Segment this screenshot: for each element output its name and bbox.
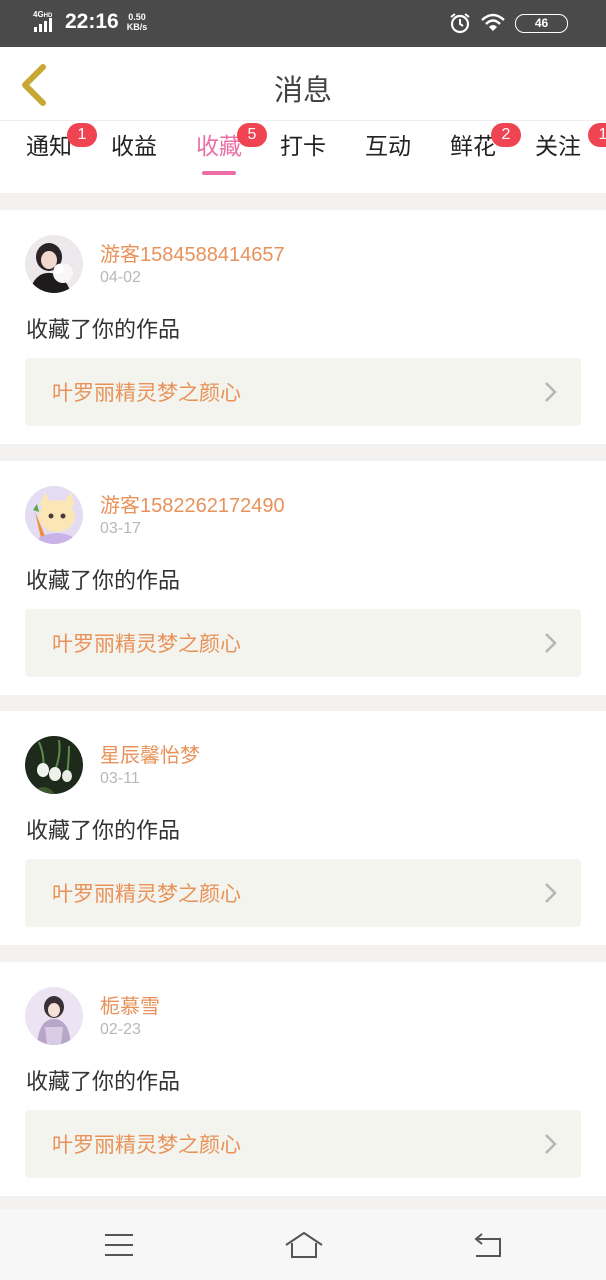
tab-checkin[interactable]: 打卡 bbox=[263, 129, 343, 185]
status-time: 22:16 bbox=[65, 10, 119, 33]
speed-value: 0.50 bbox=[128, 12, 146, 22]
status-bar: 4GHD 22:16 0.50 KB/s 46 bbox=[0, 0, 606, 47]
username[interactable]: 游客1582262172490 bbox=[100, 489, 285, 518]
avatar[interactable] bbox=[25, 235, 83, 293]
page-title: 消息 bbox=[273, 73, 332, 107]
tab-label: 打卡 bbox=[280, 134, 326, 160]
message-card: 栀慕雪 02-23 收藏了你的作品 叶罗丽精灵梦之颜心 bbox=[0, 962, 606, 1196]
signal-icon: 4GHD bbox=[33, 10, 61, 34]
username[interactable]: 栀慕雪 bbox=[100, 990, 160, 1019]
back-nav-button[interactable] bbox=[464, 1227, 512, 1263]
tab-label: 关注 bbox=[535, 134, 581, 160]
message-text: 收藏了你的作品 bbox=[26, 318, 181, 343]
message-date: 04-02 bbox=[100, 269, 141, 286]
avatar-image bbox=[25, 235, 83, 293]
back-icon bbox=[474, 1233, 501, 1257]
status-right: 46 bbox=[449, 12, 568, 34]
tab-label: 互动 bbox=[365, 134, 411, 160]
tab-favorites[interactable]: 收藏 5 bbox=[179, 123, 267, 185]
work-link[interactable]: 叶罗丽精灵梦之颜心 bbox=[25, 358, 581, 426]
message-text: 收藏了你的作品 bbox=[26, 1070, 181, 1095]
system-navigation-bar bbox=[0, 1209, 606, 1280]
tab-earnings[interactable]: 收益 bbox=[94, 129, 174, 185]
message-card: 星辰馨怡梦 03-11 收藏了你的作品 叶罗丽精灵梦之颜心 bbox=[0, 711, 606, 945]
work-link[interactable]: 叶罗丽精灵梦之颜心 bbox=[25, 859, 581, 927]
work-link[interactable]: 叶罗丽精灵梦之颜心 bbox=[25, 1110, 581, 1178]
avatar-image bbox=[25, 736, 83, 794]
work-link[interactable]: 叶罗丽精灵梦之颜心 bbox=[25, 609, 581, 677]
tab-flowers[interactable]: 鲜花 2 bbox=[433, 123, 521, 185]
menu-icon bbox=[105, 1234, 133, 1256]
tab-label: 收益 bbox=[111, 134, 157, 160]
alarm-icon bbox=[450, 13, 470, 34]
tab-interactions[interactable]: 互动 bbox=[348, 129, 428, 185]
message-card: 游客1582262172490 03-17 收藏了你的作品 叶罗丽精灵梦之颜心 bbox=[0, 461, 606, 695]
unread-badge: 1 bbox=[67, 123, 97, 147]
status-left: 4GHD 22:16 0.50 KB/s bbox=[33, 10, 147, 34]
avatar-image bbox=[25, 987, 83, 1045]
battery-level: 46 bbox=[534, 16, 549, 30]
work-title: 叶罗丽精灵梦之颜心 bbox=[52, 1133, 241, 1157]
chevron-right-icon bbox=[545, 633, 557, 653]
message-date: 03-17 bbox=[100, 520, 141, 537]
avatar[interactable] bbox=[25, 736, 83, 794]
message-date: 02-23 bbox=[100, 1021, 141, 1038]
unread-badge: 2 bbox=[491, 123, 521, 147]
battery-indicator: 46 bbox=[515, 13, 568, 33]
username[interactable]: 游客1584588414657 bbox=[100, 238, 285, 267]
avatar[interactable] bbox=[25, 486, 83, 544]
chevron-right-icon bbox=[545, 382, 557, 402]
chevron-right-icon bbox=[545, 1134, 557, 1154]
message-text: 收藏了你的作品 bbox=[26, 819, 181, 844]
app-header: 消息 bbox=[0, 47, 606, 121]
work-title: 叶罗丽精灵梦之颜心 bbox=[52, 381, 241, 405]
message-card: 游客1584588414657 04-02 收藏了你的作品 叶罗丽精灵梦之颜心 bbox=[0, 210, 606, 444]
tab-notifications[interactable]: 通知 1 bbox=[9, 123, 97, 185]
home-button[interactable] bbox=[280, 1227, 328, 1263]
wifi-icon bbox=[481, 13, 505, 31]
work-title: 叶罗丽精灵梦之颜心 bbox=[52, 882, 241, 906]
network-speed: 0.50 KB/s bbox=[127, 12, 148, 32]
avatar[interactable] bbox=[25, 987, 83, 1045]
home-icon bbox=[285, 1231, 323, 1258]
work-title: 叶罗丽精灵梦之颜心 bbox=[52, 632, 241, 656]
tab-follows[interactable]: 关注 1 bbox=[518, 123, 606, 185]
unread-badge: 1 bbox=[588, 123, 606, 147]
message-text: 收藏了你的作品 bbox=[26, 569, 181, 594]
avatar-image bbox=[25, 486, 83, 544]
username[interactable]: 星辰馨怡梦 bbox=[100, 739, 200, 768]
message-date: 03-11 bbox=[100, 770, 140, 787]
chevron-right-icon bbox=[545, 883, 557, 903]
active-tab-indicator bbox=[202, 171, 236, 175]
menu-button[interactable] bbox=[95, 1227, 143, 1263]
speed-unit: KB/s bbox=[126, 22, 148, 32]
tab-bar: 通知 1 收益 收藏 5 打卡 互动 鲜花 2 关注 1 bbox=[0, 121, 606, 193]
